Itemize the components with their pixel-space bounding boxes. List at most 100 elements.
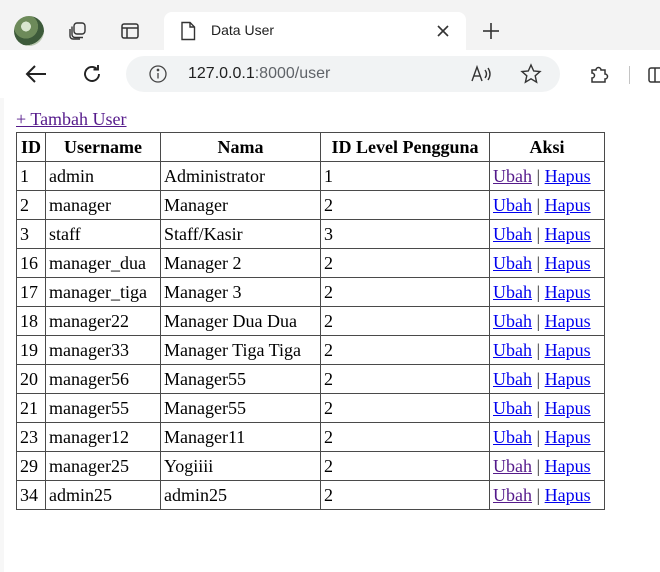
cell-aksi: Ubah | Hapus — [489, 190, 605, 220]
table-row: 34 admin25 admin25 2 Ubah | Hapus — [16, 480, 605, 510]
action-separator: | — [536, 165, 541, 186]
cell-nama: Manager55 — [160, 393, 321, 423]
cell-id: 20 — [16, 364, 46, 394]
cell-aksi: Ubah | Hapus — [489, 335, 605, 365]
profile-avatar[interactable] — [14, 16, 44, 46]
delete-link[interactable]: Hapus — [545, 253, 591, 273]
cell-aksi: Ubah | Hapus — [489, 451, 605, 481]
add-user-link[interactable]: + Tambah User — [16, 109, 127, 130]
read-aloud-icon[interactable] — [470, 64, 494, 89]
cell-username: admin — [45, 161, 161, 191]
refresh-icon[interactable] — [76, 58, 108, 90]
url-path: :8000/user — [254, 65, 331, 82]
cell-level: 2 — [320, 335, 490, 365]
action-separator: | — [536, 426, 541, 447]
edit-link[interactable]: Ubah — [493, 195, 532, 215]
header-nama: Nama — [160, 132, 321, 162]
delete-link[interactable]: Hapus — [545, 456, 591, 476]
cell-level: 2 — [320, 480, 490, 510]
address-bar[interactable]: 127.0.0.1:8000/user — [126, 56, 560, 92]
edit-link[interactable]: Ubah — [493, 427, 532, 447]
delete-link[interactable]: Hapus — [545, 340, 591, 360]
delete-link[interactable]: Hapus — [545, 195, 591, 215]
cell-level: 2 — [320, 306, 490, 336]
cell-id: 18 — [16, 306, 46, 336]
cell-id: 21 — [16, 393, 46, 423]
action-separator: | — [536, 455, 541, 476]
extensions-icon[interactable] — [583, 58, 615, 90]
delete-link[interactable]: Hapus — [545, 166, 591, 186]
action-separator: | — [536, 281, 541, 302]
cell-nama: Administrator — [160, 161, 321, 191]
delete-link[interactable]: Hapus — [545, 311, 591, 331]
action-separator: | — [536, 310, 541, 331]
split-screen-icon[interactable] — [648, 67, 660, 83]
table-row: 29 manager25 Yogiiii 2 Ubah | Hapus — [16, 451, 605, 481]
cell-aksi: Ubah | Hapus — [489, 161, 605, 191]
cell-id: 29 — [16, 451, 46, 481]
cell-username: manager — [45, 190, 161, 220]
back-arrow-icon[interactable] — [20, 58, 52, 90]
cell-level: 2 — [320, 277, 490, 307]
cell-id: 2 — [16, 190, 46, 220]
table-row: 20 manager56 Manager55 2 Ubah | Hapus — [16, 364, 605, 394]
cell-username: admin25 — [45, 480, 161, 510]
delete-link[interactable]: Hapus — [545, 485, 591, 505]
delete-link[interactable]: Hapus — [545, 427, 591, 447]
action-separator: | — [536, 397, 541, 418]
edit-link[interactable]: Ubah — [493, 369, 532, 389]
vertical-tabs-icon[interactable] — [114, 15, 146, 47]
edit-link[interactable]: Ubah — [493, 253, 532, 273]
cell-aksi: Ubah | Hapus — [489, 306, 605, 336]
cell-aksi: Ubah | Hapus — [489, 277, 605, 307]
action-separator: | — [536, 194, 541, 215]
cell-id: 16 — [16, 248, 46, 278]
edit-link[interactable]: Ubah — [493, 398, 532, 418]
delete-link[interactable]: Hapus — [545, 282, 591, 302]
cell-aksi: Ubah | Hapus — [489, 364, 605, 394]
cell-username: manager12 — [45, 422, 161, 452]
cell-username: staff — [45, 219, 161, 249]
cell-username: manager55 — [45, 393, 161, 423]
table-row: 1 admin Administrator 1 Ubah | Hapus — [16, 161, 605, 191]
cell-id: 17 — [16, 277, 46, 307]
cell-level: 2 — [320, 248, 490, 278]
page-icon — [180, 21, 196, 46]
workspaces-icon[interactable] — [62, 15, 94, 47]
cell-aksi: Ubah | Hapus — [489, 480, 605, 510]
cell-username: manager33 — [45, 335, 161, 365]
cell-level: 2 — [320, 190, 490, 220]
favorite-star-icon[interactable] — [520, 63, 542, 90]
cell-id: 19 — [16, 335, 46, 365]
cell-level: 2 — [320, 451, 490, 481]
cell-id: 23 — [16, 422, 46, 452]
edit-link[interactable]: Ubah — [493, 224, 532, 244]
cell-username: manager25 — [45, 451, 161, 481]
cell-level: 2 — [320, 393, 490, 423]
new-tab-icon[interactable] — [475, 15, 507, 47]
table-row: 16 manager_dua Manager 2 2 Ubah | Hapus — [16, 248, 605, 278]
header-id: ID — [16, 132, 46, 162]
delete-link[interactable]: Hapus — [545, 398, 591, 418]
action-separator: | — [536, 339, 541, 360]
tab-title: Data User — [211, 22, 275, 38]
action-separator: | — [536, 223, 541, 244]
cell-username: manager_tiga — [45, 277, 161, 307]
site-info-icon[interactable] — [148, 64, 168, 89]
cell-nama: Manager 2 — [160, 248, 321, 278]
page-content: + Tambah User ID Username Nama ID Level … — [4, 98, 660, 572]
edit-link[interactable]: Ubah — [493, 166, 532, 186]
edit-link[interactable]: Ubah — [493, 456, 532, 476]
edit-link[interactable]: Ubah — [493, 485, 532, 505]
edit-link[interactable]: Ubah — [493, 282, 532, 302]
edit-link[interactable]: Ubah — [493, 340, 532, 360]
close-tab-icon[interactable] — [436, 24, 450, 43]
edit-link[interactable]: Ubah — [493, 311, 532, 331]
header-aksi: Aksi — [489, 132, 605, 162]
cell-level: 1 — [320, 161, 490, 191]
header-username: Username — [45, 132, 161, 162]
cell-nama: Manager 3 — [160, 277, 321, 307]
delete-link[interactable]: Hapus — [545, 224, 591, 244]
delete-link[interactable]: Hapus — [545, 369, 591, 389]
action-separator: | — [536, 252, 541, 273]
